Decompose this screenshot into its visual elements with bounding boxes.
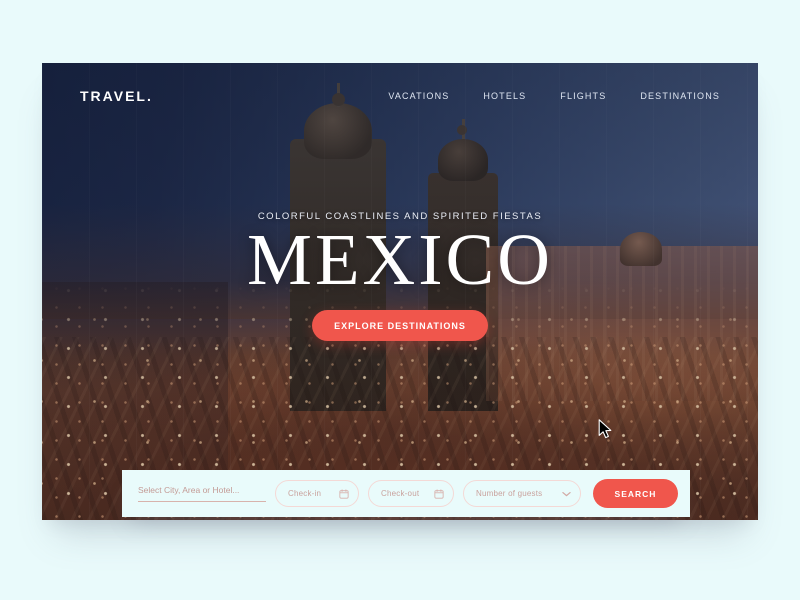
brand-logo[interactable]: TRAVEL. bbox=[80, 88, 153, 104]
nav-item-destinations[interactable]: DESTINATIONS bbox=[640, 91, 720, 101]
guests-label: Number of guests bbox=[476, 489, 543, 498]
hero-title: MEXICO bbox=[247, 219, 553, 300]
chevron-down-icon bbox=[562, 491, 571, 497]
calendar-icon bbox=[434, 488, 444, 499]
explore-destinations-button[interactable]: EXPLORE DESTINATIONS bbox=[312, 309, 488, 341]
checkout-label: Check-out bbox=[381, 489, 420, 498]
main-nav: VACATIONS HOTELS FLIGHTS DESTINATIONS bbox=[388, 91, 720, 101]
calendar-icon bbox=[339, 488, 349, 499]
destination-input[interactable] bbox=[138, 485, 266, 502]
nav-item-vacations[interactable]: VACATIONS bbox=[388, 91, 449, 101]
guests-select[interactable]: Number of guests bbox=[463, 480, 581, 507]
checkin-field[interactable]: Check-in bbox=[275, 480, 359, 507]
hero-copy: COLORFUL COASTLINES AND SPIRITED FIESTAS… bbox=[42, 211, 758, 341]
nav-item-hotels[interactable]: HOTELS bbox=[483, 91, 526, 101]
hero-card: TRAVEL. VACATIONS HOTELS FLIGHTS DESTINA… bbox=[42, 63, 758, 520]
nav-item-flights[interactable]: FLIGHTS bbox=[560, 91, 606, 101]
checkin-label: Check-in bbox=[288, 489, 322, 498]
site-header: TRAVEL. VACATIONS HOTELS FLIGHTS DESTINA… bbox=[42, 63, 758, 129]
search-button[interactable]: SEARCH bbox=[593, 479, 678, 508]
destination-field[interactable] bbox=[138, 480, 266, 508]
checkout-field[interactable]: Check-out bbox=[368, 480, 454, 507]
search-bar: Check-in Check-out Number of guests S bbox=[122, 470, 690, 517]
